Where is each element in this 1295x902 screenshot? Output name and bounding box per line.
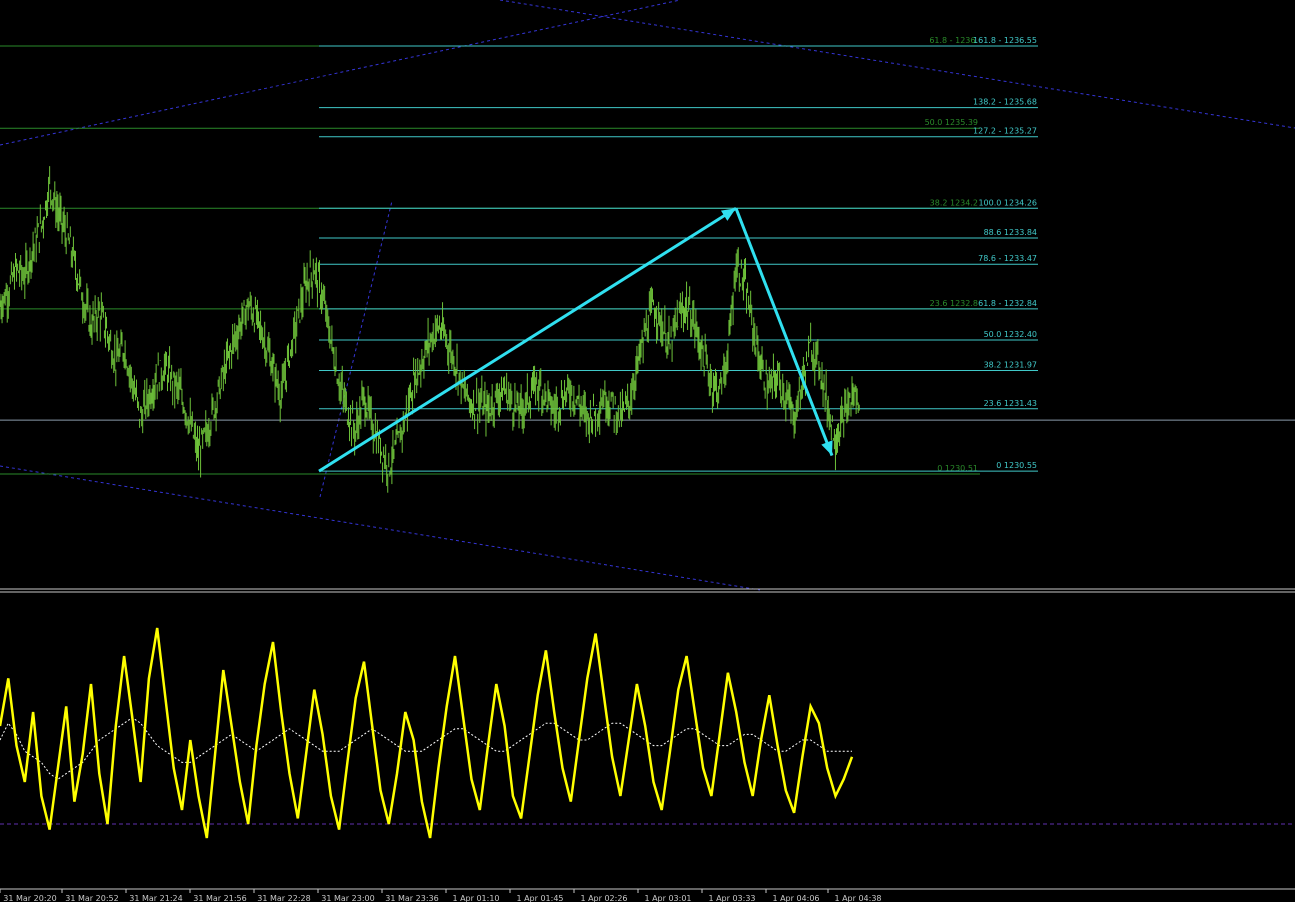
fib-level-label: 78.6 - 1233.47	[978, 254, 1037, 263]
time-tick-label: 31 Mar 23:36	[385, 894, 438, 902]
fib-level-label: 88.6 1233.84	[984, 228, 1037, 237]
fib-secondary-label: 61.8 - 1236.	[929, 36, 978, 45]
fib-level-label: 0 1230.55	[996, 461, 1037, 470]
time-tick-label: 31 Mar 20:20	[3, 894, 56, 902]
fib-secondary-label: 38.2 1234.2	[930, 198, 978, 207]
fib-level-label: 38.2 1231.97	[984, 361, 1037, 370]
time-tick-label: 1 Apr 02:26	[580, 894, 627, 902]
time-tick-label: 1 Apr 03:33	[708, 894, 755, 902]
fib-level-label: 127.2 - 1235.27	[973, 127, 1037, 136]
time-tick-label: 1 Apr 01:45	[516, 894, 563, 902]
time-tick-label: 31 Mar 21:56	[193, 894, 246, 902]
fib-level-label: 50.0 1232.40	[984, 330, 1037, 339]
time-tick-label: 1 Apr 01:10	[452, 894, 499, 902]
fib-level-label: 23.6 1231.43	[984, 399, 1037, 408]
fib-level-label: 100.0 1234.26	[978, 198, 1037, 207]
time-tick-label: 31 Mar 21:24	[129, 894, 182, 902]
fib-secondary-label: 23.6 1232.8	[930, 299, 978, 308]
fib-level-label: 61.8 - 1232.84	[978, 299, 1037, 308]
chart-canvas[interactable]: 61.8 - 1236. 50.0 1235.39 38.2 1234.2 23.6 …	[0, 0, 1295, 902]
time-tick-label: 31 Mar 20:52	[65, 894, 118, 902]
time-tick-label: 1 Apr 04:38	[834, 894, 881, 902]
fib-level-label: 138.2 - 1235.68	[973, 98, 1037, 107]
time-tick-label: 31 Mar 23:00	[321, 894, 374, 902]
time-tick-label: 1 Apr 04:06	[772, 894, 819, 902]
time-tick-label: 1 Apr 03:01	[644, 894, 691, 902]
time-tick-label: 31 Mar 22:28	[257, 894, 310, 902]
fib-level-label: 161.8 - 1236.55	[973, 36, 1037, 45]
fib-secondary-label: 50.0 1235.39	[925, 118, 978, 127]
